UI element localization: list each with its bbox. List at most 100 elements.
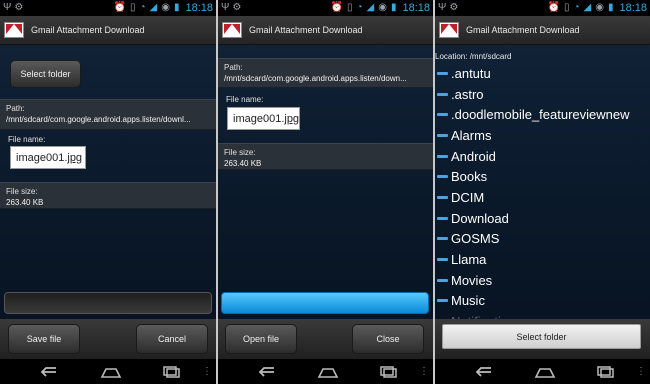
folder-item[interactable]: GOSMS	[435, 229, 650, 250]
folder-icon	[437, 299, 448, 303]
alarm-icon: ⏰	[547, 2, 560, 13]
navigation-bar	[0, 359, 216, 384]
folder-item[interactable]: .doodlemobile_featureviewnew	[435, 104, 650, 125]
download-progress-bar	[4, 292, 212, 314]
back-icon[interactable]	[255, 365, 281, 379]
back-icon[interactable]	[472, 365, 498, 379]
status-bar: Ψ ⚙ ⏰ ▯ ◔ ◢ ◉ ▮ 18:18	[435, 0, 650, 16]
file-size-value: 263.40 KB	[6, 198, 44, 207]
android-debug-icon: ⚙	[232, 2, 242, 13]
home-icon[interactable]	[315, 365, 341, 379]
overflow-menu-icon[interactable]: ⋮	[636, 366, 646, 377]
wifi-icon: ◔	[356, 2, 363, 13]
download-progress-bar	[221, 292, 429, 314]
overflow-menu-icon[interactable]: ⋮	[419, 366, 429, 377]
file-size-value: 263.40 KB	[224, 159, 262, 168]
folder-item[interactable]: Movies	[435, 270, 650, 291]
app-title: Gmail Attachment Download	[249, 25, 363, 35]
select-folder-button[interactable]: Select folder	[442, 324, 641, 349]
overflow-menu-icon[interactable]: ⋮	[202, 366, 212, 377]
gmail-app-icon	[439, 22, 459, 38]
folder-item[interactable]: .astro	[435, 84, 650, 105]
file-name-base: image001.	[233, 112, 285, 125]
recent-apps-icon[interactable]	[593, 365, 619, 379]
folder-item[interactable]: Music	[435, 291, 650, 312]
status-clock: 18:18	[402, 2, 430, 14]
file-name-label: File name:	[226, 95, 264, 104]
folder-item[interactable]: Android	[435, 146, 650, 167]
folder-name: DCIM	[451, 189, 485, 205]
close-button[interactable]: Close	[352, 324, 424, 354]
status-clock: 18:18	[619, 2, 647, 14]
phone-screen-save: Ψ ⚙ ⏰ ▯ ◔ ◢ ◉ ▮ 18:18 Gmail Attachment D…	[0, 0, 216, 384]
folder-name: Download	[451, 210, 509, 226]
folder-icon	[437, 154, 448, 158]
file-name-ext: jpg	[284, 112, 300, 125]
file-name-input[interactable]: image001. jpg	[10, 146, 86, 169]
folder-name: Music	[451, 293, 485, 309]
folder-name: GOSMS	[451, 231, 500, 247]
select-folder-button[interactable]: Select folder	[10, 60, 81, 88]
usb-icon: Ψ	[221, 2, 230, 13]
path-label: Path:	[6, 104, 25, 113]
folder-item[interactable]: Llama	[435, 249, 650, 270]
file-size-label: File size:	[6, 187, 38, 196]
folder-item[interactable]: DCIM	[435, 187, 650, 208]
vibrate-icon: ▯	[346, 2, 353, 13]
sync-icon: ◉	[595, 2, 604, 13]
back-icon[interactable]	[37, 365, 63, 379]
alarm-icon: ⏰	[330, 2, 343, 13]
folder-item[interactable]: Alarms	[435, 125, 650, 146]
status-bar: Ψ ⚙ ⏰ ▯ ◔ ◢ ◉ ▮ 18:18	[0, 0, 216, 16]
wifi-icon: ◔	[573, 2, 580, 13]
usb-icon: Ψ	[3, 2, 12, 13]
action-bar: Gmail Attachment Download	[435, 16, 650, 45]
alarm-icon: ⏰	[113, 2, 126, 13]
home-icon[interactable]	[98, 365, 124, 379]
folder-icon	[437, 133, 448, 137]
location-label: Location: /mnt/sdcard	[435, 52, 512, 61]
file-name-input[interactable]: image001. jpg	[227, 107, 300, 130]
folder-name: Llama	[451, 252, 487, 268]
app-title: Gmail Attachment Download	[466, 25, 580, 35]
folder-item[interactable]: .antutu	[435, 63, 650, 84]
vibrate-icon: ▯	[129, 2, 136, 13]
folder-item[interactable]: Download	[435, 208, 650, 229]
save-file-button[interactable]: Save file	[8, 324, 80, 354]
folder-name: Android	[451, 148, 496, 164]
recent-apps-icon[interactable]	[159, 365, 185, 379]
open-file-button[interactable]: Open file	[225, 324, 297, 354]
cancel-button[interactable]: Cancel	[136, 324, 208, 354]
folder-icon	[437, 92, 448, 96]
signal-icon: ◢	[149, 2, 158, 13]
folder-icon	[437, 113, 448, 117]
folder-name: .astro	[451, 86, 484, 102]
recent-apps-icon[interactable]	[376, 365, 402, 379]
signal-icon: ◢	[583, 2, 592, 13]
path-value: /mnt/sdcard/com.google.android.apps.list…	[224, 74, 407, 83]
gmail-app-icon	[4, 22, 24, 38]
home-icon[interactable]	[532, 365, 558, 379]
sync-icon: ◉	[378, 2, 387, 13]
phone-screen-complete: Ψ ⚙ ⏰ ▯ ◔ ◢ ◉ ▮ 18:18 Gmail Attachment D…	[218, 0, 433, 384]
folder-icon	[437, 258, 448, 262]
navigation-bar	[218, 359, 433, 384]
folder-icon	[437, 237, 448, 241]
button-panel: Save file Cancel	[0, 319, 216, 359]
signal-icon: ◢	[366, 2, 375, 13]
action-bar: Gmail Attachment Download	[218, 16, 433, 45]
battery-icon: ▮	[173, 2, 180, 13]
folder-icon	[437, 216, 448, 220]
path-label: Path:	[224, 63, 243, 72]
folder-name: .antutu	[451, 65, 491, 81]
wifi-icon: ◔	[139, 2, 146, 13]
status-bar: Ψ ⚙ ⏰ ▯ ◔ ◢ ◉ ▮ 18:18	[218, 0, 433, 16]
sync-icon: ◉	[161, 2, 170, 13]
navigation-bar	[435, 359, 650, 384]
folder-icon	[437, 71, 448, 75]
folder-icon	[437, 278, 448, 282]
file-size-section: File size: 263.40 KB	[0, 182, 216, 209]
folder-item[interactable]: Books	[435, 166, 650, 187]
phone-screen-folder-picker: Ψ ⚙ ⏰ ▯ ◔ ◢ ◉ ▮ 18:18 Gmail Attachment D…	[435, 0, 650, 384]
app-title: Gmail Attachment Download	[31, 25, 145, 35]
